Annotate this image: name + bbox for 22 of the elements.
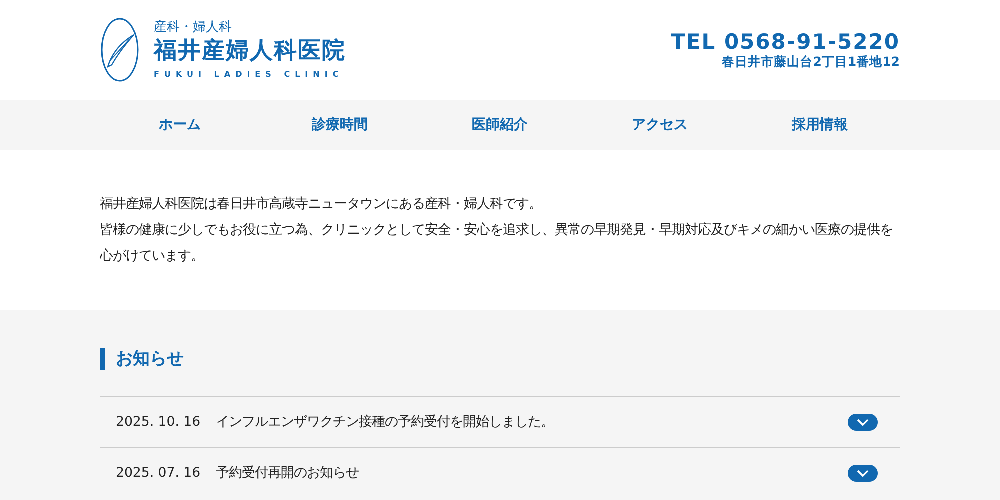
clinic-name: 福井産婦人科医院: [154, 36, 346, 66]
nav-link[interactable]: アクセス: [580, 100, 740, 150]
news-title[interactable]: インフルエンザワクチン接種の予約受付を開始しました。: [216, 413, 848, 431]
clinic-english-name: FUKUI LADIES CLINIC: [154, 68, 345, 80]
chevron-icon: [857, 470, 869, 476]
intro-text: 皆様の健康に少しでもお役に立つ為、クリニックとして安全・安心を追求し、異常の早期発見・早期対応及びキメの細かい医療の提供を心がけています。: [100, 222, 894, 266]
logo-subtitle: 産科・婦人科: [154, 20, 233, 36]
news-title[interactable]: 予約受付再開のお知らせ: [216, 464, 848, 482]
nav-link[interactable]: 医師紹介: [420, 100, 580, 150]
chevron-icon: [857, 418, 869, 426]
logo-icon: [100, 17, 140, 83]
news-date: 2025. 10. 16: [116, 414, 202, 430]
news-date: 2025. 07. 16: [116, 466, 202, 480]
news-heading: お知らせ: [100, 348, 900, 370]
phone-number: TEL 0568-91-5220: [671, 30, 900, 54]
expand-toggle[interactable]: [848, 414, 878, 430]
nav-link[interactable]: 診療時間: [260, 100, 420, 150]
nav-link[interactable]: ホーム: [100, 100, 260, 150]
intro-text: 福井産婦人科医院は春日井市高蔵寺ニュータウンにある産科・婦人科です。: [100, 196, 543, 214]
address: 春日井市藤山台2丁目1番地12: [722, 54, 900, 70]
expand-toggle[interactable]: [848, 464, 878, 482]
nav-link[interactable]: 採用情報: [740, 100, 900, 150]
